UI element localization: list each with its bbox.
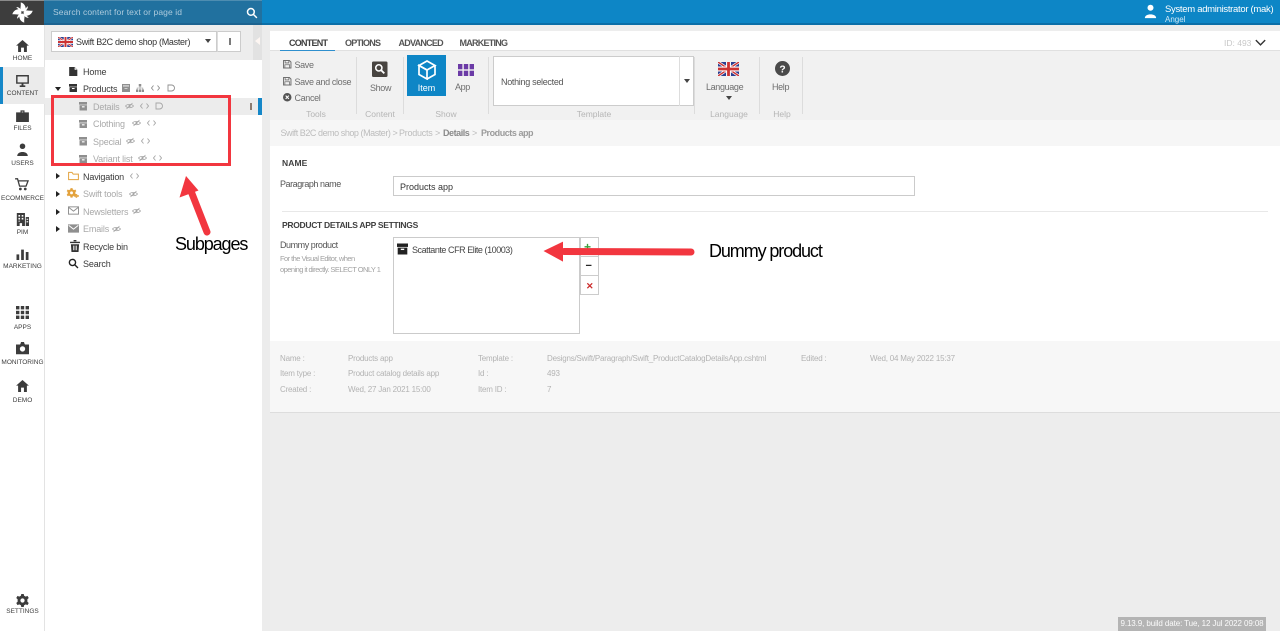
svg-text:?: ?	[779, 64, 785, 75]
